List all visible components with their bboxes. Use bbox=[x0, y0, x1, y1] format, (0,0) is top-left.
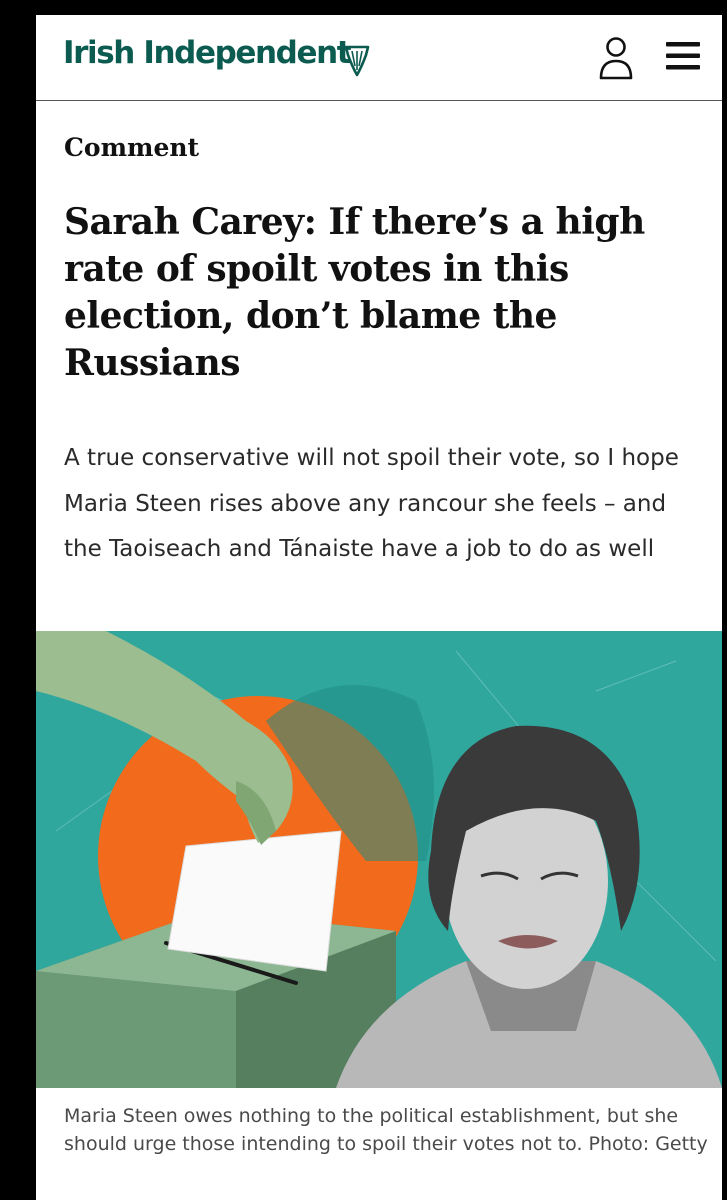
article-image bbox=[36, 631, 722, 1088]
article-page: Irish Independent Comment Sarah Carey: I… bbox=[36, 15, 722, 1200]
site-logo[interactable]: Irish Independent bbox=[63, 35, 352, 71]
section-label[interactable]: Comment bbox=[64, 133, 199, 162]
site-header: Irish Independent bbox=[36, 15, 722, 101]
harp-icon bbox=[344, 45, 370, 77]
account-icon[interactable] bbox=[598, 35, 634, 83]
menu-icon[interactable] bbox=[666, 39, 700, 73]
article-standfirst: A true conservative will not spoil their… bbox=[64, 445, 679, 562]
article-headline: Sarah Carey: If there’s a high rate of s… bbox=[64, 201, 645, 384]
image-caption: Maria Steen owes nothing to the politica… bbox=[64, 1105, 708, 1155]
